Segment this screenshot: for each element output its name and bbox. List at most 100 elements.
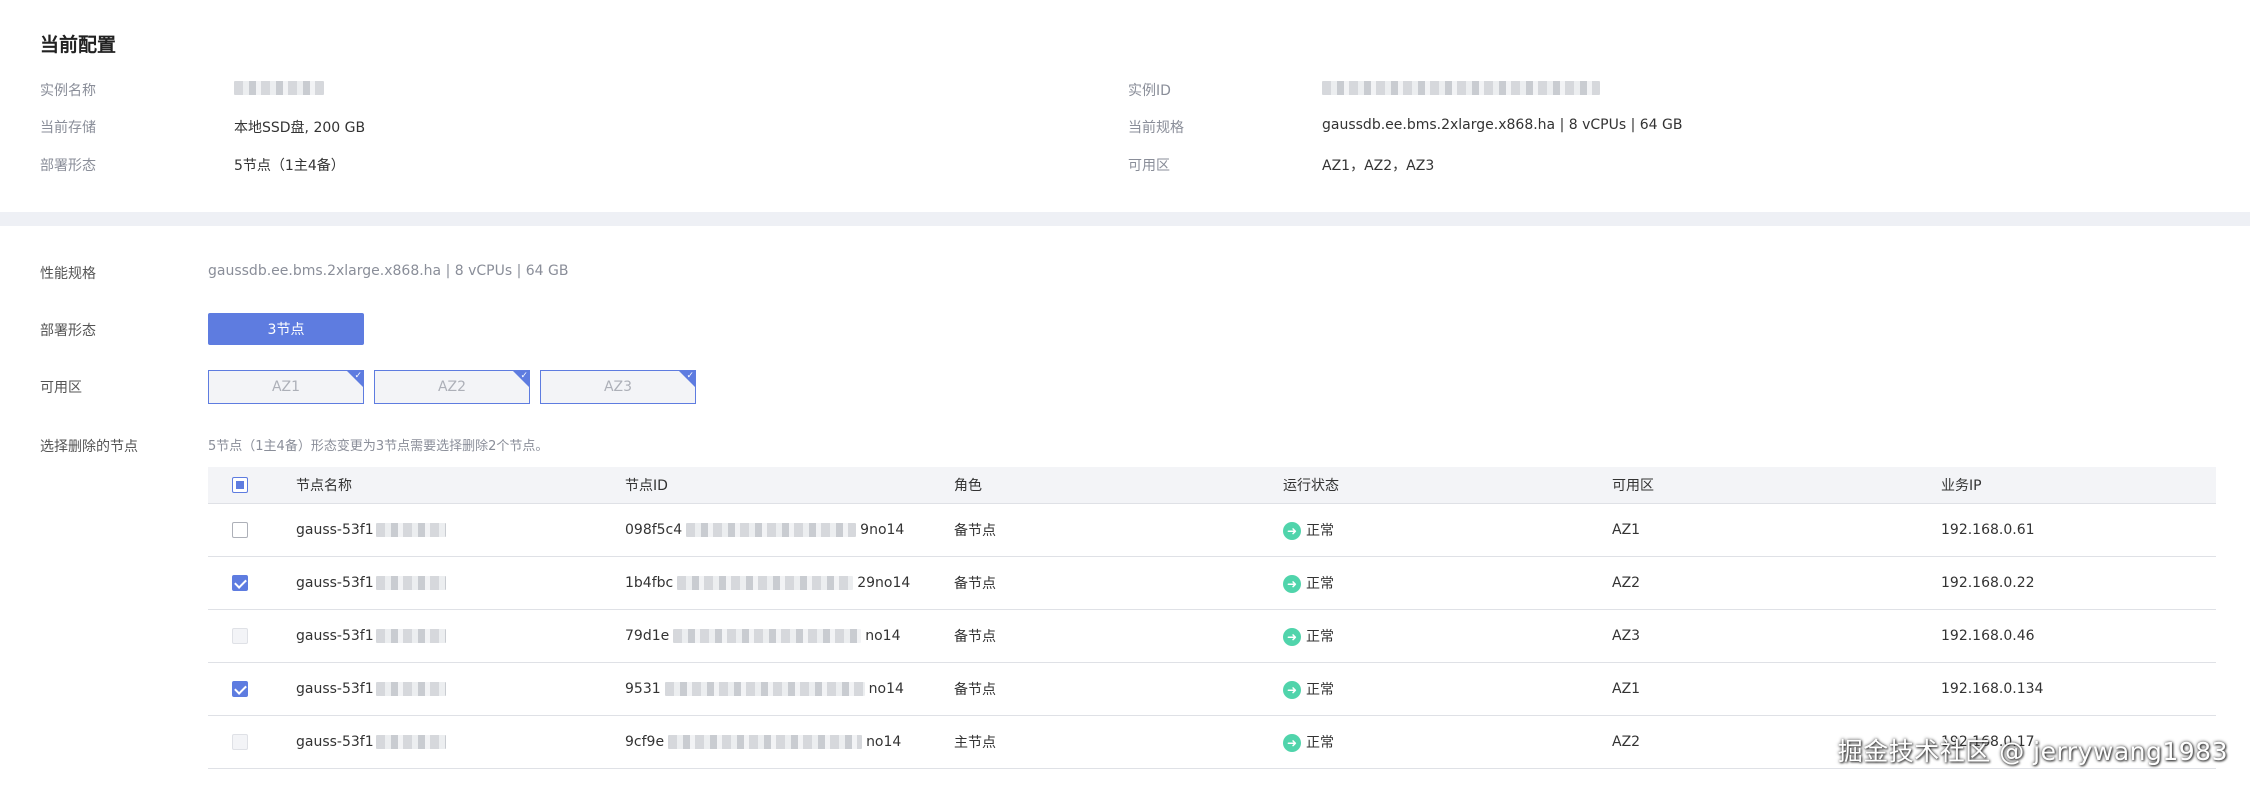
spec-label: 当前规格 [1128,120,1184,136]
header-node-name: 节点名称 [295,467,624,504]
redacted-value [673,629,862,643]
az-form-label: 可用区 [40,380,82,396]
select-nodes-hint: 5节点（1主4备）形态变更为3节点需要选择删除2个节点。 [208,439,549,454]
node-ip: 192.168.0.134 [1940,662,2216,716]
az3-label: AZ3 [603,379,633,395]
node-name: gauss-53f1 [296,628,374,644]
select-all-cell [208,467,295,504]
redacted-value [234,81,324,95]
header-ip: 业务IP [1940,467,2216,504]
status-ok-icon: ➜ [1283,575,1301,593]
node-status: 正常 [1306,576,1334,592]
node-id-end: 29no14 [857,575,911,591]
node-ip: 192.168.0.22 [1940,556,2216,610]
watermark: 掘金技术社区 @ jerrywang1983 [1837,737,2228,766]
redacted-value [668,735,863,749]
redacted-value [686,523,857,537]
instance-name-label: 实例名称 [40,83,96,99]
node-name: gauss-53f1 [296,734,374,750]
az2-option[interactable]: AZ2 ✓ [374,370,530,404]
nodes-table: 节点名称 节点ID 角色 运行状态 可用区 业务IP gauss-53f1 09… [208,467,2216,769]
node-id-start: 098f5c4 [625,522,683,538]
node-id-start: 1b4fbc [625,575,674,591]
node-name: gauss-53f1 [296,681,374,697]
redacted-value [375,735,446,749]
node-role: 备节点 [953,609,1282,663]
redacted-value [375,523,446,537]
check-icon: ✓ [354,371,362,381]
redacted-value [375,682,446,696]
az3-option[interactable]: AZ3 ✓ [540,370,696,404]
status-ok-icon: ➜ [1283,734,1301,752]
instance-id-value [1322,80,1600,96]
node-status: 正常 [1306,682,1334,698]
select-nodes-label: 选择删除的节点 [40,439,138,455]
node-role: 主节点 [953,715,1282,769]
row-checkbox[interactable] [232,575,248,591]
node-role: 备节点 [953,662,1282,716]
header-role: 角色 [953,467,1282,504]
deploy-form-label: 部署形态 [40,323,96,339]
az-label: 可用区 [1128,158,1170,174]
storage-label: 当前存储 [40,120,96,136]
deploy-option-3-nodes-button[interactable]: 3节点 [208,313,364,345]
deploy-value: 5节点（1主4备） [234,158,345,174]
instance-id-label: 实例ID [1128,83,1171,99]
header-node-id: 节点ID [624,467,953,504]
node-id-end: no14 [868,681,904,697]
node-az: AZ3 [1611,609,1940,663]
redacted-value [677,576,854,590]
row-checkbox[interactable] [232,522,248,538]
row-checkbox[interactable] [232,734,248,750]
deploy-label: 部署形态 [40,158,96,174]
spec-value: gaussdb.ee.bms.2xlarge.x868.ha | 8 vCPUs… [1322,117,1683,133]
node-id-end: no14 [866,734,902,750]
node-id-start: 9cf9e [625,734,665,750]
row-checkbox[interactable] [232,628,248,644]
header-az: 可用区 [1611,467,1940,504]
section-title: 当前配置 [40,34,117,56]
row-checkbox[interactable] [232,681,248,697]
node-ip: 192.168.0.61 [1940,503,2216,557]
node-status: 正常 [1306,735,1334,751]
redacted-value [375,576,446,590]
redacted-value [1322,81,1600,95]
table-header-row: 节点名称 节点ID 角色 运行状态 可用区 业务IP [208,467,2216,504]
az1-label: AZ1 [271,379,301,395]
table-row: gauss-53f1 1b4fbc 29no14 备节点 ➜ 正常 AZ2 192.… [208,556,2216,610]
node-status: 正常 [1306,629,1334,645]
check-icon: ✓ [686,371,694,381]
node-az: AZ1 [1611,662,1940,716]
az1-option[interactable]: AZ1 ✓ [208,370,364,404]
node-ip: 192.168.0.46 [1940,609,2216,663]
node-role: 备节点 [953,503,1282,557]
instance-name-value [234,80,324,96]
node-name: gauss-53f1 [296,575,374,591]
node-az: AZ2 [1611,556,1940,610]
current-config-panel: 当前配置 实例名称 实例ID 当前存储 本地SSD盘, 200 GB 当前规格 … [0,0,2250,212]
node-role: 备节点 [953,556,1282,610]
header-status: 运行状态 [1282,467,1611,504]
perf-spec-value: gaussdb.ee.bms.2xlarge.x868.ha | 8 vCPUs… [208,263,569,279]
redacted-value [664,682,865,696]
status-ok-icon: ➜ [1283,628,1301,646]
check-icon: ✓ [520,371,528,381]
node-id-end: 9no14 [860,522,905,538]
table-row: gauss-53f1 098f5c4 9no14 备节点 ➜ 正常 AZ1 192.… [208,503,2216,557]
node-az: AZ1 [1611,503,1940,557]
node-name: gauss-53f1 [296,522,374,538]
node-id-start: 9531 [625,681,661,697]
table-row: gauss-53f1 79d1e no14 备节点 ➜ 正常 AZ3 192.168… [208,609,2216,663]
node-status: 正常 [1306,523,1334,539]
node-id-start: 79d1e [625,628,670,644]
storage-value: 本地SSD盘, 200 GB [234,120,366,136]
az-value: AZ1，AZ2，AZ3 [1322,158,1435,174]
node-id-end: no14 [865,628,901,644]
redacted-value [375,629,446,643]
select-all-checkbox[interactable] [232,477,248,493]
perf-spec-label: 性能规格 [40,266,96,282]
status-ok-icon: ➜ [1283,681,1301,699]
table-row: gauss-53f1 9531 no14 备节点 ➜ 正常 AZ1 192.168.… [208,662,2216,716]
status-ok-icon: ➜ [1283,522,1301,540]
az2-label: AZ2 [437,379,467,395]
